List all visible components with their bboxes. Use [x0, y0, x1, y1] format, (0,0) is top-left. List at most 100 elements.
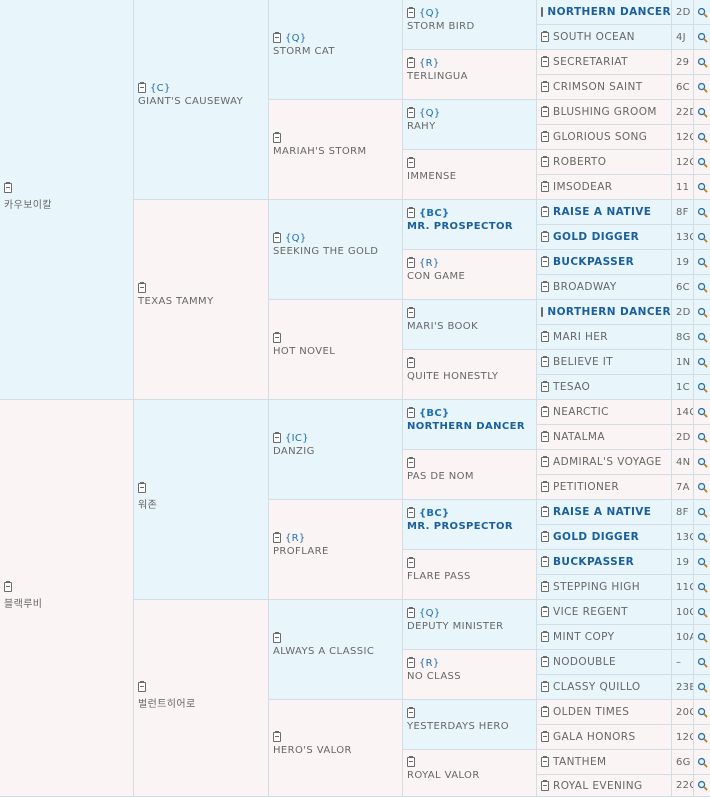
clipboard-icon[interactable] [541, 406, 549, 417]
clipboard-icon[interactable] [541, 556, 549, 567]
clipboard-icon[interactable] [541, 331, 549, 342]
clipboard-icon[interactable] [273, 32, 281, 43]
magnifier-icon[interactable] [694, 25, 710, 50]
horse-name-link[interactable]: IMMENSE [407, 171, 534, 182]
horse-name-link[interactable]: BLUSHING GROOM [553, 106, 657, 118]
horse-name-link[interactable]: STORM BIRD [407, 21, 534, 32]
clipboard-icon[interactable] [273, 232, 281, 243]
horse-name-link[interactable]: MR. PROSPECTOR [407, 521, 534, 532]
horse-name-link[interactable]: 벌런트히어로 [138, 695, 266, 710]
horse-name-link[interactable]: IMSODEAR [553, 181, 612, 193]
magnifier-icon[interactable] [694, 725, 710, 750]
clipboard-icon[interactable] [273, 332, 281, 343]
clipboard-icon[interactable] [407, 57, 415, 68]
horse-name-link[interactable]: CRIMSON SAINT [553, 81, 643, 93]
clipboard-icon[interactable] [541, 31, 549, 42]
clipboard-icon[interactable] [273, 432, 281, 443]
horse-name-link[interactable]: STEPPING HIGH [553, 581, 640, 593]
clipboard-icon[interactable] [4, 182, 12, 193]
horse-name-link[interactable]: PETITIONER [553, 481, 619, 493]
clipboard-icon[interactable] [541, 56, 549, 67]
clipboard-icon[interactable] [541, 431, 549, 442]
horse-name-link[interactable]: BROADWAY [553, 281, 617, 293]
magnifier-icon[interactable] [694, 0, 710, 25]
magnifier-icon[interactable] [694, 525, 710, 550]
clipboard-icon[interactable] [407, 507, 415, 518]
magnifier-icon[interactable] [694, 300, 710, 325]
horse-name-link[interactable]: MR. PROSPECTOR [407, 221, 534, 232]
magnifier-icon[interactable] [694, 75, 710, 100]
magnifier-icon[interactable] [694, 100, 710, 125]
clipboard-icon[interactable] [273, 730, 281, 742]
magnifier-icon[interactable] [694, 150, 710, 175]
clipboard-icon[interactable] [407, 557, 415, 568]
clipboard-icon[interactable] [407, 107, 415, 118]
magnifier-icon[interactable] [694, 325, 710, 350]
magnifier-icon[interactable] [694, 500, 710, 525]
horse-name-link[interactable]: BUCKPASSER [553, 256, 634, 268]
horse-name-link[interactable]: HERO'S VALOR [273, 745, 400, 756]
horse-name-link[interactable]: RAHY [407, 121, 534, 132]
horse-name-link[interactable]: SEEKING THE GOLD [273, 246, 400, 257]
clipboard-icon[interactable] [541, 731, 549, 742]
horse-name-link[interactable]: NODOUBLE [553, 656, 616, 668]
clipboard-icon[interactable] [541, 7, 544, 17]
magnifier-icon[interactable] [694, 350, 710, 375]
horse-name-link[interactable]: CLASSY QUILLO [553, 681, 641, 693]
horse-name-link[interactable]: TESAO [553, 381, 590, 393]
magnifier-icon[interactable] [694, 175, 710, 200]
magnifier-icon[interactable] [694, 750, 710, 775]
clipboard-icon[interactable] [138, 482, 146, 493]
horse-name-link[interactable]: DEPUTY MINISTER [407, 621, 534, 632]
magnifier-icon[interactable] [694, 700, 710, 725]
clipboard-icon[interactable] [138, 82, 146, 93]
clipboard-icon[interactable] [273, 632, 281, 643]
magnifier-icon[interactable] [694, 375, 710, 400]
clipboard-icon[interactable] [273, 532, 281, 543]
horse-name-link[interactable]: 카우보이칼 [4, 196, 131, 211]
horse-name-link[interactable]: RAISE A NATIVE [553, 206, 651, 218]
horse-name-link[interactable]: SOUTH OCEAN [553, 31, 635, 43]
horse-name-link[interactable]: ROYAL EVENING [553, 780, 643, 792]
magnifier-icon[interactable] [694, 775, 710, 797]
horse-name-link[interactable]: GOLD DIGGER [553, 531, 639, 543]
horse-name-link[interactable]: OLDEN TIMES [553, 706, 629, 718]
magnifier-icon[interactable] [694, 575, 710, 600]
horse-name-link[interactable]: MARIAH'S STORM [273, 146, 400, 157]
clipboard-icon[interactable] [407, 257, 415, 268]
clipboard-icon[interactable] [407, 7, 415, 18]
horse-name-link[interactable]: NEARCTIC [553, 406, 609, 418]
horse-name-link[interactable]: DANZIG [273, 446, 400, 457]
magnifier-icon[interactable] [694, 400, 710, 425]
clipboard-icon[interactable] [4, 580, 12, 592]
magnifier-icon[interactable] [694, 675, 710, 700]
horse-name-link[interactable]: MARI HER [553, 331, 608, 343]
magnifier-icon[interactable] [694, 250, 710, 275]
horse-name-link[interactable]: GALA HONORS [553, 731, 636, 743]
horse-name-link[interactable]: NATALMA [553, 431, 605, 443]
horse-name-link[interactable]: FLARE PASS [407, 571, 534, 582]
clipboard-icon[interactable] [541, 356, 549, 367]
horse-name-link[interactable]: 워존 [138, 496, 266, 511]
horse-name-link[interactable]: NO CLASS [407, 671, 534, 682]
horse-name-link[interactable]: CON GAME [407, 271, 534, 282]
horse-name-link[interactable]: BELIEVE IT [553, 356, 613, 368]
horse-name-link[interactable]: PROFLARE [273, 546, 400, 557]
horse-name-link[interactable]: NORTHERN DANCER [547, 306, 671, 318]
clipboard-icon[interactable] [541, 131, 549, 142]
clipboard-icon[interactable] [407, 755, 415, 767]
clipboard-icon[interactable] [407, 607, 415, 618]
clipboard-icon[interactable] [541, 106, 549, 117]
clipboard-icon[interactable] [541, 181, 549, 192]
horse-name-link[interactable]: SECRETARIAT [553, 56, 628, 68]
horse-name-link[interactable]: QUITE HONESTLY [407, 371, 534, 382]
magnifier-icon[interactable] [694, 475, 710, 500]
horse-name-link[interactable]: ALWAYS A CLASSIC [273, 646, 400, 657]
clipboard-icon[interactable] [541, 281, 549, 292]
magnifier-icon[interactable] [694, 600, 710, 625]
magnifier-icon[interactable] [694, 450, 710, 475]
horse-name-link[interactable]: GLORIOUS SONG [553, 131, 647, 143]
clipboard-icon[interactable] [407, 207, 415, 218]
clipboard-icon[interactable] [541, 456, 549, 467]
clipboard-icon[interactable] [541, 756, 549, 767]
